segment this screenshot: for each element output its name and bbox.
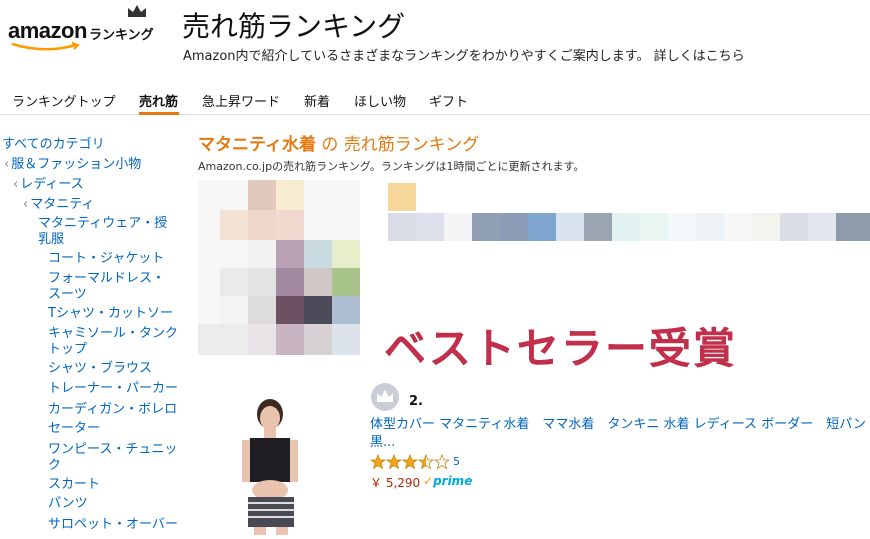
sidebar-item-maternity-wear[interactable]: マタニティウェア・授 [38, 216, 167, 232]
sidebar-item-tshirt[interactable]: Tシャツ・カットソー [48, 306, 173, 322]
sidebar-item-trainer[interactable]: トレーナー・パーカー [48, 381, 178, 397]
swimsuit-photo [198, 372, 360, 535]
rank-number: 2. [409, 394, 423, 409]
page-title: 売れ筋ランキング [182, 10, 406, 43]
sidebar-item-coat[interactable]: コート・ジャケット [48, 251, 164, 267]
sidebar-item-formal[interactable]: フォーマルドレス・ [48, 271, 165, 287]
sidebar-item-shirt[interactable]: シャツ・ブラウス [48, 361, 152, 377]
star-empty-icon [433, 454, 451, 470]
sidebar-item-skirt[interactable]: スカート [48, 477, 100, 493]
star-rating[interactable] [370, 454, 452, 470]
pixelated-text-strip [388, 183, 870, 243]
star-half-icon [417, 454, 435, 470]
rank-crown-icon [371, 383, 399, 411]
pixelated-image [198, 180, 360, 355]
chevron-left-icon: ‹ [23, 197, 29, 212]
nav-divider [0, 114, 870, 115]
review-count-link[interactable]: 5 [453, 455, 460, 468]
chevron-left-icon: ‹ [13, 177, 19, 192]
logo-smile-icon [11, 42, 80, 51]
sidebar-item-formal-cont[interactable]: スーツ [48, 287, 87, 303]
sidebar-item-sweater[interactable]: セーター [48, 421, 100, 437]
prime-badge: ✓prime [423, 474, 473, 488]
sidebar-item-salopette[interactable]: サロペット・オーバー [48, 517, 178, 533]
active-tab-indicator [139, 112, 179, 115]
sidebar-item-maternity[interactable]: ‹ マタニティ [23, 197, 94, 213]
tab-movers[interactable]: 急上昇ワード [202, 91, 280, 110]
sidebar-item-onepiece-cont[interactable]: ク [48, 458, 61, 474]
sidebar-item-fashion[interactable]: ‹ 服＆ファッション小物 [4, 157, 141, 173]
crown-icon [128, 5, 146, 17]
award-overlay-text: ベストセラー受賞 [384, 324, 737, 373]
page-description: Amazon内で紹介しているさまざまなランキングをわかりやすくご案内します。 詳… [183, 49, 745, 64]
tab-wishlist[interactable]: ほしい物 [354, 91, 406, 110]
amazon-logo[interactable]: amazon [8, 18, 87, 44]
tab-new[interactable]: 新着 [304, 91, 330, 110]
star-icon [401, 454, 419, 470]
product-title-link[interactable]: 体型カバー マタニティ水着 ママ水着 タンキニ 水着 レディース ボーダー 短パ… [370, 416, 870, 452]
sidebar-item-maternity-wear-cont[interactable]: 乳服 [38, 232, 64, 248]
category-subtitle: Amazon.co.jpの売れ筋ランキング。ランキングは1時間ごとに更新されます… [198, 160, 585, 173]
chevron-left-icon: ‹ [4, 157, 10, 172]
logo-subtitle: ランキング [89, 28, 154, 43]
sidebar-item-camisole-cont[interactable]: トップ [48, 342, 87, 358]
star-icon [385, 454, 403, 470]
tab-ranking-top[interactable]: ランキングトップ [12, 91, 116, 110]
sidebar-item-cardigan[interactable]: カーディガン・ボレロ [48, 402, 177, 418]
sidebar-item-ladies[interactable]: ‹ レディース [13, 177, 84, 193]
category-heading: マタニティ水着 の 売れ筋ランキング [198, 135, 480, 155]
sidebar-item-all[interactable]: すべてのカテゴリ [2, 137, 105, 153]
sidebar-item-onepiece[interactable]: ワンピース・チュニッ [48, 442, 177, 458]
product-2-image[interactable] [198, 372, 360, 535]
checkmark-icon: ✓ [423, 474, 434, 488]
product-1-image[interactable] [198, 180, 360, 355]
product-price: ￥ 5,290 [370, 476, 421, 490]
tab-bestsellers[interactable]: 売れ筋 [139, 91, 178, 110]
sidebar-item-pants[interactable]: パンツ [48, 496, 88, 512]
star-icon [370, 454, 387, 470]
pixelated-image [388, 183, 870, 241]
sidebar-item-camisole[interactable]: キャミソール・タンク [48, 326, 178, 342]
tab-gift[interactable]: ギフト [429, 91, 468, 110]
